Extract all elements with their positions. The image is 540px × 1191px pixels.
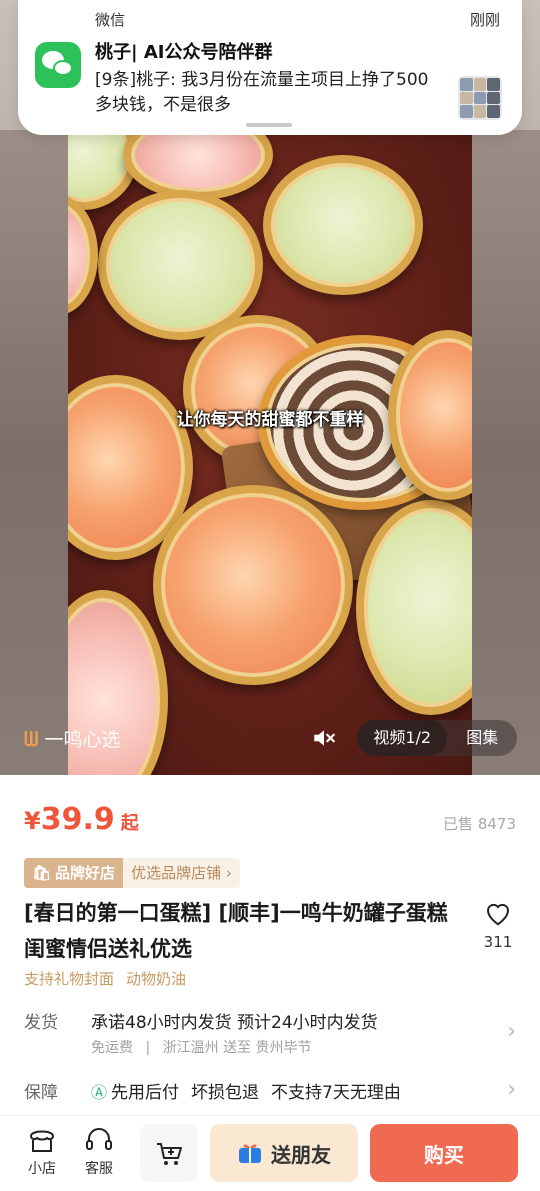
product-info: ¥39.9 起 已售 8473 🛍 品牌好店 优选品牌店铺 › [春日的第一口蛋糕… bbox=[0, 775, 540, 1121]
product-page: 让你每天的甜蜜都不重样 ᗯ 一鸣心选 视频1/2 图集 微信 刚刚 桃子| AI… bbox=[0, 0, 540, 1191]
shop-label: 小店 bbox=[28, 1161, 56, 1177]
product-title: [春日的第一口蛋糕] [顺丰]一鸣牛奶罐子蛋糕 闺蜜情侣送礼优选 bbox=[24, 901, 448, 961]
gift-icon bbox=[239, 1144, 261, 1163]
notification-message: [9条]桃子: 我3月份在流量主项目上挣了500多块钱，不是很多 bbox=[95, 70, 429, 115]
bottom-action-bar: 小店 客服 送朋友 购买 bbox=[0, 1115, 540, 1191]
notification-title: 桃子| AI公众号陪伴群 bbox=[95, 42, 273, 63]
headset-icon bbox=[86, 1128, 112, 1150]
add-to-cart-button[interactable] bbox=[140, 1124, 198, 1182]
product-tag: 支持礼物封面 bbox=[24, 970, 115, 988]
shop-button[interactable]: 小店 bbox=[20, 1126, 64, 1178]
media-tabs: 视频1/2 图集 bbox=[357, 720, 517, 756]
send-to-friend-button[interactable]: 送朋友 bbox=[210, 1124, 358, 1182]
buy-button[interactable]: 购买 bbox=[370, 1124, 518, 1182]
guarantee-item: 先用后付 bbox=[111, 1083, 180, 1103]
notification-app-name: 微信 bbox=[95, 11, 126, 29]
guarantee-item: 不支持7天无理由 bbox=[271, 1083, 401, 1103]
favorite-button[interactable]: 311 bbox=[480, 899, 516, 951]
product-tag: 动物奶油 bbox=[126, 970, 187, 988]
notification-time: 刚刚 bbox=[469, 11, 500, 29]
tab-gallery[interactable]: 图集 bbox=[447, 720, 517, 756]
brand-badge: 🛍 品牌好店 bbox=[24, 858, 124, 888]
brand-watermark: ᗯ 一鸣心选 bbox=[24, 725, 120, 752]
cake-tin-image bbox=[68, 195, 98, 315]
brand-store-link[interactable]: 优选品牌店铺 › bbox=[123, 858, 240, 888]
shop-icon bbox=[29, 1130, 55, 1152]
heart-icon bbox=[486, 903, 510, 926]
shipping-promise: 承诺48小时内发货 预计24小时内发货 bbox=[91, 1013, 378, 1033]
cake-tin-image bbox=[153, 485, 353, 685]
cart-plus-icon bbox=[157, 1143, 182, 1165]
separator: | bbox=[145, 1040, 151, 1056]
mute-button[interactable] bbox=[306, 720, 342, 756]
shipping-details: 免运费 | 浙江温州 送至 贵州毕节 bbox=[91, 1037, 320, 1057]
buy-label: 购买 bbox=[424, 1142, 464, 1167]
price: ¥39.9 起 bbox=[24, 802, 139, 837]
shipping-chevron-right-icon[interactable]: › bbox=[507, 1019, 516, 1044]
guarantee-chevron-right-icon[interactable]: › bbox=[507, 1077, 516, 1102]
wechat-icon bbox=[35, 42, 81, 88]
shipping-label: 发货 bbox=[24, 1013, 58, 1033]
brand-watermark-text: 一鸣心选 bbox=[44, 729, 121, 751]
free-shipping-text: 免运费 bbox=[91, 1040, 133, 1056]
notification-drag-handle[interactable] bbox=[246, 123, 292, 127]
send-to-friend-label: 送朋友 bbox=[271, 1142, 331, 1167]
guarantee-items[interactable]: Ⓐ 先用后付 坏损包退 不支持7天无理由 bbox=[91, 1078, 401, 1104]
wechat-notification[interactable]: 微信 刚刚 桃子| AI公众号陪伴群 [9条]桃子: 我3月份在流量主项目上挣了… bbox=[18, 0, 522, 135]
price-amount: 39.9 bbox=[40, 802, 115, 837]
sold-count: 已售 8473 bbox=[443, 815, 516, 833]
guarantee-item: 坏损包退 bbox=[191, 1083, 260, 1103]
video-subtitle: 让你每天的甜蜜都不重样 bbox=[176, 410, 364, 430]
service-label: 客服 bbox=[85, 1161, 113, 1177]
blurred-side-right bbox=[472, 130, 540, 775]
shipping-route: 浙江温州 送至 贵州毕节 bbox=[162, 1040, 312, 1056]
tab-video[interactable]: 视频1/2 bbox=[357, 720, 448, 756]
favorite-count: 311 bbox=[483, 933, 513, 951]
brand-badge-row[interactable]: 🛍 品牌好店 优选品牌店铺 › bbox=[24, 858, 240, 888]
blurred-side-left bbox=[0, 130, 68, 775]
price-currency: ¥ bbox=[24, 807, 41, 835]
guarantee-label: 保障 bbox=[24, 1083, 58, 1103]
speaker-muted-icon bbox=[314, 730, 335, 746]
pay-later-icon: Ⓐ bbox=[91, 1082, 108, 1102]
cake-tin-image bbox=[123, 130, 273, 200]
shop-bag-icon: 🛍 bbox=[32, 864, 52, 882]
brand-logo-icon: ᗯ bbox=[24, 726, 39, 751]
customer-service-button[interactable]: 客服 bbox=[77, 1126, 121, 1178]
price-suffix: 起 bbox=[120, 813, 139, 834]
group-avatar bbox=[458, 76, 502, 120]
cake-tin-image bbox=[263, 155, 423, 295]
brand-badge-text: 品牌好店 bbox=[55, 864, 116, 882]
product-tags: 支持礼物封面 动物奶油 bbox=[24, 968, 186, 989]
product-video[interactable]: 让你每天的甜蜜都不重样 bbox=[68, 130, 472, 775]
